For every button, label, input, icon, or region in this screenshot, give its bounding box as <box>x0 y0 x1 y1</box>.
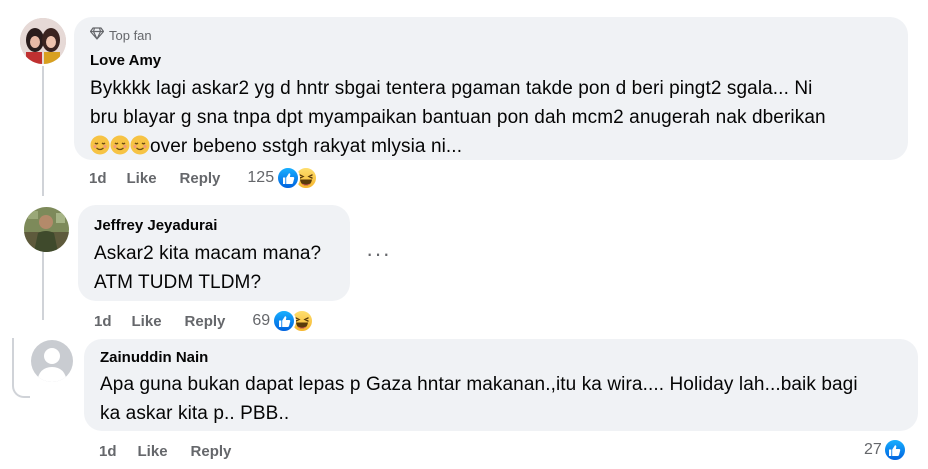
comment-line: Bykkkk lagi askar2 yg d hntr sbgai tente… <box>90 78 813 99</box>
comment-bubble: Zainuddin Nain Apa guna bukan dapat lepa… <box>84 339 918 431</box>
reply-button[interactable]: Reply <box>191 443 232 460</box>
like-button[interactable]: Like <box>138 443 168 460</box>
thumbs-up-icon <box>276 166 301 190</box>
comment-author[interactable]: Zainuddin Nain <box>100 348 902 368</box>
reaction-icons[interactable] <box>276 166 319 190</box>
comment-author[interactable]: Love Amy <box>90 51 892 71</box>
comment-bubble: Top fan Love Amy Bykkkk lagi askar2 yg d… <box>74 17 908 160</box>
comment-text: Bykkkk lagi askar2 yg d hntr sbgai tente… <box>90 74 892 164</box>
comment-line: over bebeno sstgh rakyat mlysia ni... <box>90 132 892 164</box>
comment-bubble: Jeffrey Jeyadurai Askar2 kita macam mana… <box>78 205 350 301</box>
thumbs-up-icon <box>882 438 907 462</box>
comment-timestamp[interactable]: 1d <box>99 443 117 460</box>
comment-line: bru blayar g sna tnpa dpt myampaikan ban… <box>90 107 826 128</box>
thread-line <box>42 66 44 196</box>
comment-actions: 1d Like Reply <box>99 439 231 463</box>
thread-branch <box>12 338 30 398</box>
more-options-button[interactable]: ··· <box>366 243 391 265</box>
reaction-summary[interactable]: 27 <box>864 438 907 462</box>
reaction-count[interactable]: 27 <box>864 441 882 459</box>
comment-timestamp[interactable]: 1d <box>94 313 112 330</box>
relieved-face-icon <box>130 135 150 164</box>
reaction-count[interactable]: 69 <box>252 312 270 330</box>
reply-button[interactable]: Reply <box>185 313 226 330</box>
comment-text-tail: over bebeno sstgh rakyat mlysia ni... <box>150 136 463 157</box>
reaction-count[interactable]: 125 <box>247 169 274 187</box>
comment-text: Askar2 kita macam mana? ATM TUDM TLDM? <box>94 239 334 297</box>
comment-line: ka askar kita p.. PBB.. <box>100 403 290 424</box>
reaction-icons[interactable] <box>272 309 315 333</box>
avatar[interactable] <box>20 18 66 64</box>
relieved-face-icon <box>90 135 110 164</box>
comment-timestamp[interactable]: 1d <box>89 170 107 187</box>
badge-label: Top fan <box>109 28 152 43</box>
avatar[interactable] <box>24 207 69 252</box>
avatar[interactable] <box>31 340 73 382</box>
diamond-icon <box>89 27 105 45</box>
relieved-face-icon <box>110 135 130 164</box>
top-fan-badge: Top fan <box>89 27 892 45</box>
comment-text: Apa guna bukan dapat lepas p Gaza hntar … <box>100 370 902 428</box>
comment-line: Askar2 kita macam mana? <box>94 243 322 264</box>
comment-actions: 1d Like Reply 125 <box>89 166 319 190</box>
comment-line: ATM TUDM TLDM? <box>94 272 262 293</box>
thread-line <box>42 250 44 320</box>
like-button[interactable]: Like <box>127 170 157 187</box>
comment-actions: 1d Like Reply 69 <box>94 309 315 333</box>
comment-author[interactable]: Jeffrey Jeyadurai <box>94 216 334 236</box>
like-button[interactable]: Like <box>132 313 162 330</box>
comment-line: Apa guna bukan dapat lepas p Gaza hntar … <box>100 374 858 395</box>
reply-button[interactable]: Reply <box>180 170 221 187</box>
thumbs-up-icon <box>272 309 297 333</box>
